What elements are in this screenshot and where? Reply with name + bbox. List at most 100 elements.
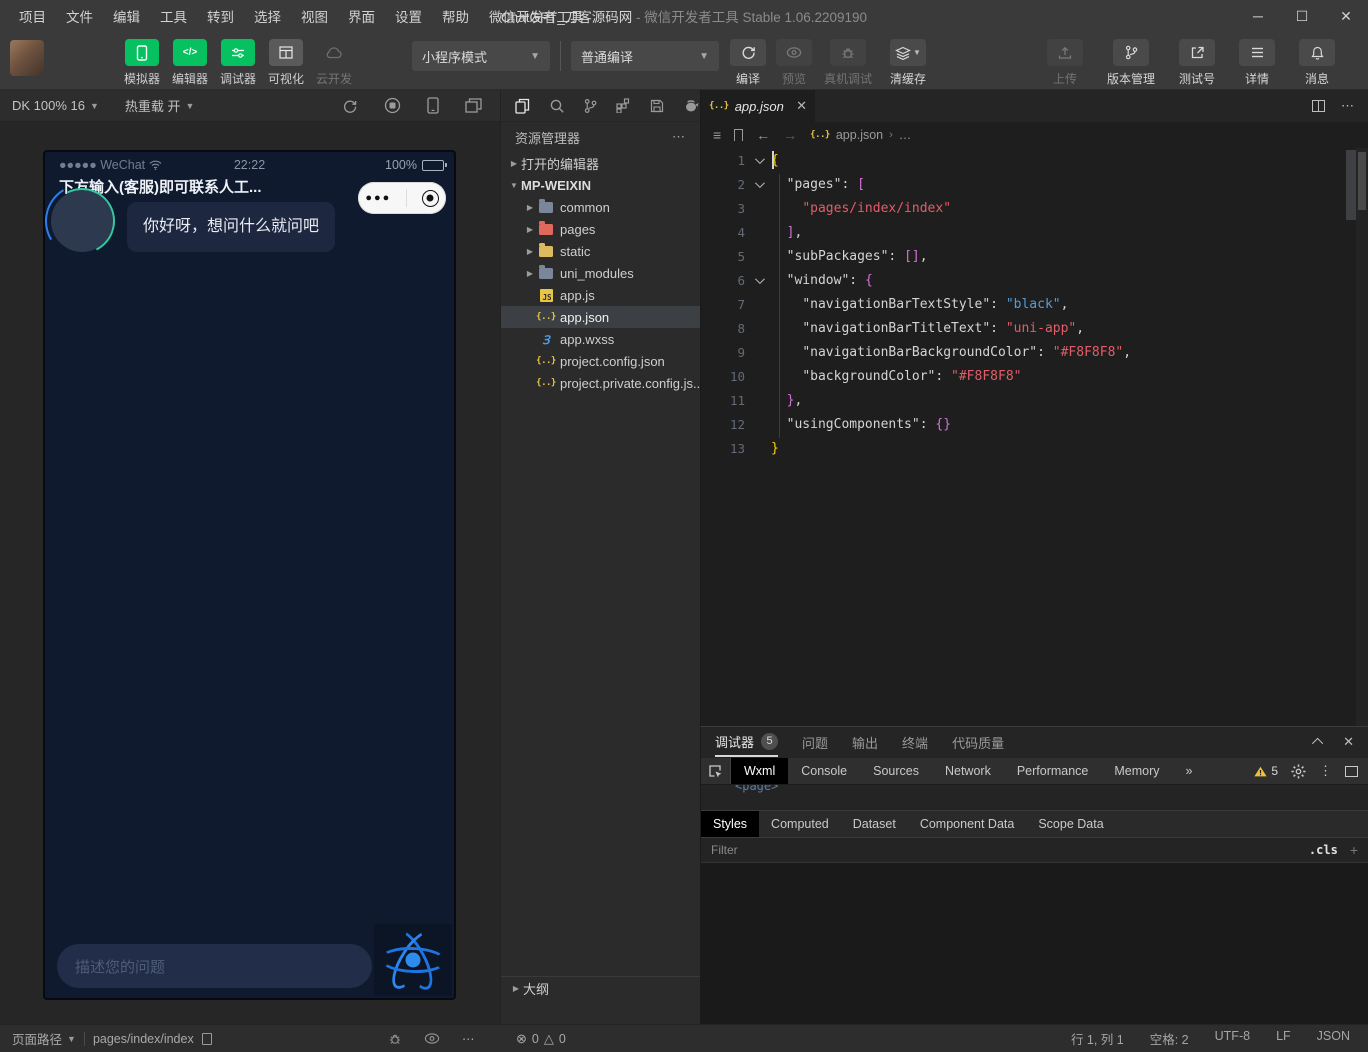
bookmark-icon[interactable] — [734, 129, 743, 141]
cls-toggle[interactable]: .cls — [1309, 843, 1338, 857]
devtools-tab-wxml[interactable]: Wxml — [731, 758, 788, 784]
menu-item-8[interactable]: 设置 — [386, 2, 431, 30]
maximize-button[interactable]: ☐ — [1280, 0, 1324, 32]
styles-tab-component-data[interactable]: Component Data — [908, 811, 1027, 837]
tree-item-uni-modules[interactable]: ▶uni_modules — [501, 262, 700, 284]
menu-item-5[interactable]: 选择 — [245, 2, 290, 30]
copy-icon[interactable] — [202, 1033, 212, 1045]
git-branch-icon[interactable] — [584, 98, 597, 114]
search-icon[interactable] — [549, 98, 565, 114]
language-mode[interactable]: JSON — [1317, 1029, 1350, 1048]
close-button[interactable]: ✕ — [1324, 0, 1368, 32]
device-select[interactable]: DK 100% 16▼ — [12, 98, 99, 113]
debugger-toggle-button[interactable]: 调试器 — [214, 39, 262, 87]
extensions-icon[interactable] — [616, 98, 631, 113]
menu-item-4[interactable]: 转到 — [198, 2, 243, 30]
tree-item-app-wxss[interactable]: Ɜapp.wxss — [501, 328, 700, 350]
simulator-toggle-button[interactable]: 模拟器 — [118, 39, 166, 87]
cascade-windows-icon[interactable] — [465, 98, 482, 113]
chat-input[interactable]: 描述您的问题 — [57, 944, 372, 988]
debug-icon[interactable] — [388, 1032, 402, 1046]
devtools-tab-console[interactable]: Console — [788, 758, 860, 784]
code-line-7[interactable]: 7 "navigationBarTextStyle": "black", — [701, 292, 1368, 316]
remote-debug-button[interactable]: 真机调试 — [817, 39, 879, 87]
encoding[interactable]: UTF-8 — [1215, 1029, 1250, 1048]
code-line-5[interactable]: 5 "subPackages": [], — [701, 244, 1368, 268]
version-control-button[interactable]: 版本管理 — [1102, 39, 1160, 87]
compile-button[interactable]: 编译 — [725, 39, 771, 87]
close-panel-icon[interactable]: ✕ — [1343, 734, 1354, 750]
code-line-10[interactable]: 10 "backgroundColor": "#F8F8F8" — [701, 364, 1368, 388]
breadcrumb[interactable]: {..} app.json › … — [810, 128, 911, 142]
files-icon[interactable] — [515, 98, 530, 114]
forward-icon[interactable]: → — [783, 127, 797, 143]
eye-icon[interactable] — [424, 1033, 440, 1044]
teapot-icon[interactable] — [683, 99, 700, 112]
save-icon[interactable] — [650, 99, 664, 113]
tree-item-common[interactable]: ▶common — [501, 196, 700, 218]
editor-toggle-button[interactable]: </> 编辑器 — [166, 39, 214, 87]
tree-item-app-js[interactable]: JSapp.js — [501, 284, 700, 306]
section-project-root[interactable]: ▼MP-WEIXIN — [501, 174, 700, 196]
add-rule-icon[interactable]: + — [1350, 842, 1358, 858]
code-line-3[interactable]: 3 "pages/index/index" — [701, 196, 1368, 220]
minimize-capsule-button[interactable] — [422, 190, 439, 207]
back-icon[interactable]: ← — [756, 127, 770, 143]
more-options-icon[interactable]: ⋮ — [1319, 763, 1332, 779]
inspect-element-icon[interactable] — [701, 758, 731, 784]
warning-counter[interactable]: 5 — [1254, 764, 1278, 778]
fold-chevron-icon[interactable] — [745, 277, 771, 284]
tree-item-static[interactable]: ▶static — [501, 240, 700, 262]
menu-item-2[interactable]: 编辑 — [104, 2, 149, 30]
styles-tab-computed[interactable]: Computed — [759, 811, 841, 837]
code-line-13[interactable]: 13} — [701, 436, 1368, 460]
menu-item-6[interactable]: 视图 — [292, 2, 337, 30]
tab-app-json[interactable]: {..} app.json ✕ — [701, 90, 815, 122]
cloud-dev-button[interactable]: 云开发 — [310, 39, 358, 87]
tree-item-pages[interactable]: ▶pages — [501, 218, 700, 240]
preview-button[interactable]: 预览 — [771, 39, 817, 87]
menu-item-0[interactable]: 项目 — [10, 2, 55, 30]
devtools-tab-sources[interactable]: Sources — [860, 758, 932, 784]
fold-chevron-icon[interactable] — [745, 157, 771, 164]
menu-item-3[interactable]: 工具 — [151, 2, 196, 30]
tree-item-project-config-json[interactable]: {..}project.config.json — [501, 350, 700, 372]
minimize-button[interactable]: ─ — [1236, 0, 1280, 32]
devtools-tab-network[interactable]: Network — [932, 758, 1004, 784]
code-line-2[interactable]: 2 "pages": [ — [701, 172, 1368, 196]
code-area[interactable]: 1{2 "pages": [3 "pages/index/index"4 ],5… — [701, 148, 1368, 726]
styles-tab-styles[interactable]: Styles — [701, 811, 759, 837]
device-frame-icon[interactable] — [427, 97, 439, 114]
mode-select[interactable]: 小程序模式 ▼ — [412, 41, 550, 71]
code-line-12[interactable]: 12 "usingComponents": {} — [701, 412, 1368, 436]
hot-reload-toggle[interactable]: 热重载 开▼ — [125, 96, 195, 115]
more-actions-icon[interactable]: ⋯ — [1341, 98, 1354, 114]
fold-chevron-icon[interactable] — [745, 181, 771, 188]
undock-icon[interactable] — [1345, 766, 1358, 777]
more-tabs-icon[interactable]: » — [1173, 758, 1206, 784]
code-line-1[interactable]: 1{ — [701, 148, 1368, 172]
test-account-button[interactable]: 测试号 — [1174, 39, 1220, 87]
collapse-panel-icon[interactable] — [1312, 738, 1323, 749]
upload-button[interactable]: 上传 — [1042, 39, 1088, 87]
compile-mode-select[interactable]: 普通编译 ▼ — [571, 41, 719, 71]
devtools-tab-performance[interactable]: Performance — [1004, 758, 1102, 784]
code-line-9[interactable]: 9 "navigationBarBackgroundColor": "#F8F8… — [701, 340, 1368, 364]
menu-item-9[interactable]: 帮助 — [433, 2, 478, 30]
user-avatar[interactable] — [10, 40, 44, 76]
styles-tab-dataset[interactable]: Dataset — [841, 811, 908, 837]
tree-item-app-json[interactable]: {..}app.json — [501, 306, 700, 328]
more-dots-icon[interactable]: ⋯ — [462, 1031, 476, 1046]
code-line-6[interactable]: 6 "window": { — [701, 268, 1368, 292]
more-dots-button[interactable]: ●●● — [365, 192, 391, 204]
close-tab-icon[interactable]: ✕ — [796, 98, 807, 114]
indentation[interactable]: 空格: 2 — [1150, 1029, 1189, 1048]
problems-indicator[interactable]: ⊗ 0 △ 0 — [498, 1031, 566, 1047]
record-icon[interactable] — [384, 97, 401, 114]
split-editor-icon[interactable] — [1312, 100, 1325, 112]
styles-tab-scope-data[interactable]: Scope Data — [1026, 811, 1115, 837]
panel-tab-4[interactable]: 代码质量 — [952, 727, 1004, 757]
visualization-toggle-button[interactable]: 可视化 — [262, 39, 310, 87]
eol[interactable]: LF — [1276, 1029, 1291, 1048]
filter-input[interactable]: Filter — [711, 843, 738, 857]
